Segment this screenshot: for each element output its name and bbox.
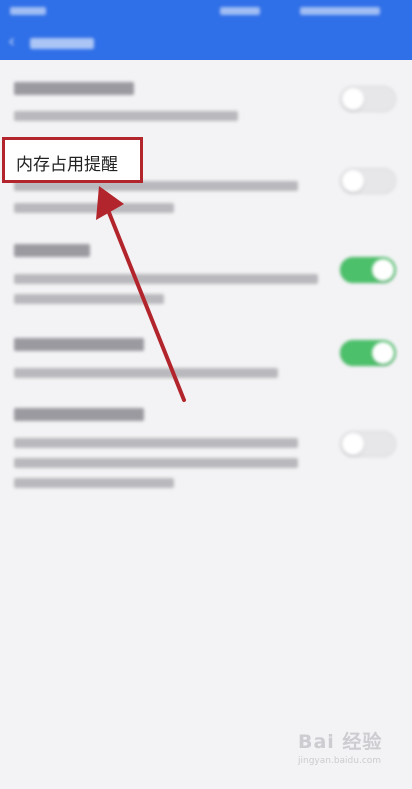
watermark-logo: Bai 经验 (298, 731, 383, 753)
watermark-url: jingyan.baidu.com (298, 756, 382, 766)
watermark: Bai 经验 jingyan.baidu.com (298, 727, 390, 771)
annotation-arrow-icon (96, 186, 186, 402)
